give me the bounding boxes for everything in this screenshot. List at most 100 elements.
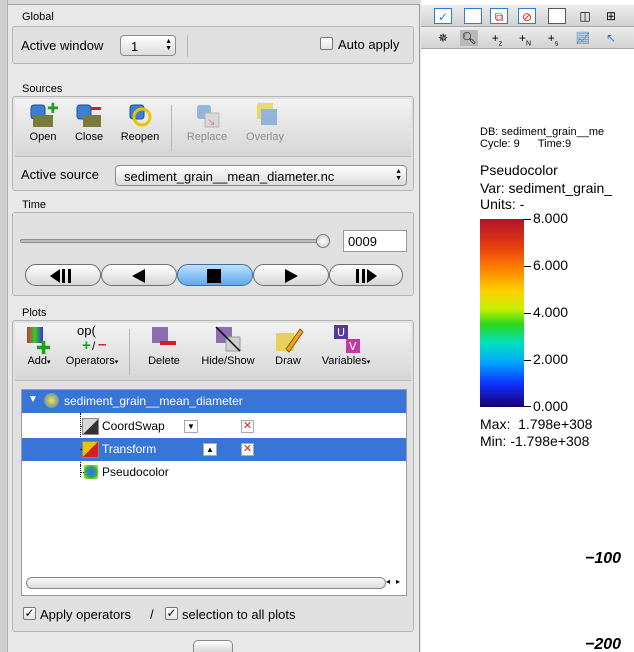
remove-operator-icon[interactable]: ✕	[241, 443, 254, 456]
axis-tick-label: −200	[585, 636, 622, 652]
plus-icon: +	[82, 337, 91, 354]
add-button[interactable]: ✚ Add▾	[19, 323, 59, 367]
layout-1x1-icon[interactable]	[548, 8, 566, 24]
legend-tick	[524, 313, 531, 314]
pseudocolor-label: Pseudocolor	[102, 465, 169, 479]
active-window-spinbox[interactable]: 1 ▲ ▼	[120, 35, 176, 56]
slash-icon: /	[92, 339, 96, 353]
operator-row-coordswap[interactable]: CoordSwap ▼ ✕	[22, 415, 406, 438]
svg-text:V: V	[349, 340, 357, 353]
svg-text:U: U	[337, 326, 345, 339]
time-slider-track[interactable]	[20, 239, 330, 243]
remove-operator-icon[interactable]: ✕	[241, 420, 254, 433]
checkbox-window-icon[interactable]: ✓	[434, 8, 452, 24]
minus-icon: –	[98, 336, 107, 353]
active-source-label: Active source	[21, 167, 100, 182]
variables-button[interactable]: UV Variables▾	[315, 323, 377, 367]
reopen-label: Reopen	[120, 131, 160, 143]
legend-colorbar	[480, 219, 524, 407]
step-back-icon	[132, 269, 145, 283]
legend-tick-label: 2.000	[533, 351, 569, 367]
play-button[interactable]	[253, 264, 329, 286]
axis-z-icon[interactable]: +z	[488, 30, 506, 47]
overlay-button[interactable]: Overlay	[239, 99, 291, 143]
legend-title: Pseudocolor	[480, 162, 558, 178]
coordswap-label: CoordSwap	[102, 419, 165, 433]
first-frame-button[interactable]	[25, 264, 101, 286]
legend-units: Units: -	[480, 196, 525, 212]
reopen-icon	[124, 99, 156, 131]
plot-root-label: sediment_grain__mean_diameter	[64, 394, 243, 408]
replace-button[interactable]: ↘ Replace	[181, 99, 233, 143]
axis-n-icon[interactable]: +N	[516, 30, 534, 47]
move-down-icon[interactable]: ▼	[184, 420, 198, 433]
add-label: Add▾	[27, 355, 51, 367]
hide-show-icon	[212, 323, 244, 355]
cycle-line: Cycle: 9 Time:9	[480, 138, 572, 150]
operator-row-transform[interactable]: Transform ▲ ✕	[22, 438, 406, 461]
step-back-button[interactable]	[101, 264, 177, 286]
replace-icon: ↘	[191, 99, 223, 131]
plot-row-pseudocolor[interactable]: Pseudocolor	[22, 461, 406, 484]
horizontal-scrollbar[interactable]	[26, 577, 386, 589]
skip-forward-icon	[356, 269, 377, 283]
svg-text:✚: ✚	[36, 338, 51, 355]
last-frame-button[interactable]	[329, 264, 403, 286]
axis-s-icon[interactable]: +s	[544, 30, 562, 47]
active-source-dropdown[interactable]: sediment_grain__mean_diameter.nc ▲ ▼	[115, 165, 407, 186]
scroll-left-icon[interactable]: ◂	[386, 577, 390, 586]
database-icon	[44, 393, 59, 408]
close-label: Close	[74, 131, 104, 143]
layout-1x2-icon[interactable]: ◫	[576, 8, 594, 24]
splitter-handle[interactable]	[193, 640, 233, 652]
hide-show-label: Hide/Show	[201, 355, 255, 367]
plots-toolbar: ✚ Add▾ op( + / – Operators▾ Delete Hide/…	[15, 323, 411, 381]
time-frame-field[interactable]: 0009	[343, 230, 407, 252]
auto-apply-checkbox[interactable]	[320, 37, 333, 50]
active-window-value: 1	[131, 39, 139, 54]
separator	[129, 329, 130, 375]
replace-label: Replace	[186, 131, 228, 143]
plot-row-root[interactable]: ▼ sediment_grain__mean_diameter	[22, 390, 406, 413]
stop-icon	[207, 269, 221, 283]
draw-button[interactable]: Draw	[267, 323, 309, 367]
open-button[interactable]: ✚ Open	[21, 99, 65, 143]
reopen-button[interactable]: Reopen	[115, 99, 165, 143]
pick-arrow-icon[interactable]: ↖	[602, 30, 620, 46]
copy-window-icon[interactable]: ⧉	[490, 8, 508, 24]
selection-label: selection to all plots	[182, 607, 296, 622]
transform-icon	[82, 441, 99, 458]
close-button[interactable]: Close	[67, 99, 111, 143]
legend-tick	[524, 219, 531, 220]
stop-button[interactable]	[177, 264, 253, 286]
plots-section-label: Plots	[22, 307, 47, 319]
legend-tick-label: 8.000	[533, 210, 569, 226]
time-slider-handle[interactable]	[316, 234, 330, 248]
transform-label: Transform	[102, 442, 157, 456]
move-up-icon[interactable]: ▲	[203, 443, 217, 456]
clear-window-icon[interactable]: ⊘	[518, 8, 536, 24]
zoom-icon[interactable]: 🔍︎	[460, 30, 478, 46]
viz-window: ✓ ⧉ ⊘ ◫ ⊞ ✵ 🔍︎ +z +N +s 📈︎ ↖ DB: sedimen…	[421, 0, 634, 652]
navigate-icon[interactable]: ✵	[434, 30, 452, 46]
viz-toolbar-bottom: ✵ 🔍︎ +z +N +s 📈︎ ↖	[421, 27, 634, 49]
play-icon	[285, 269, 298, 283]
delete-plot-icon	[148, 323, 180, 355]
delete-button[interactable]: Delete	[141, 323, 187, 367]
legend-tick	[524, 266, 531, 267]
auto-apply-label: Auto apply	[338, 37, 400, 52]
new-window-icon[interactable]	[464, 8, 482, 24]
scroll-right-icon[interactable]: ▸	[396, 577, 400, 586]
spin-arrows-icon[interactable]: ▲ ▼	[165, 38, 172, 52]
apply-operators-checkbox[interactable]: ✓	[23, 607, 36, 620]
legend-tick-label: 4.000	[533, 304, 569, 320]
separator	[187, 35, 188, 57]
hide-show-button[interactable]: Hide/Show	[195, 323, 261, 367]
curve-pick-icon[interactable]: 📈︎	[574, 30, 592, 46]
operators-button[interactable]: op( + / – Operators▾	[61, 323, 123, 367]
layout-2x2-icon[interactable]: ⊞	[602, 8, 620, 24]
selection-checkbox[interactable]: ✓	[165, 607, 178, 620]
apply-operators-label: Apply operators	[40, 607, 132, 622]
legend-var: Var: sediment_grain_	[480, 180, 613, 196]
expand-triangle-icon[interactable]: ▼	[28, 394, 38, 405]
